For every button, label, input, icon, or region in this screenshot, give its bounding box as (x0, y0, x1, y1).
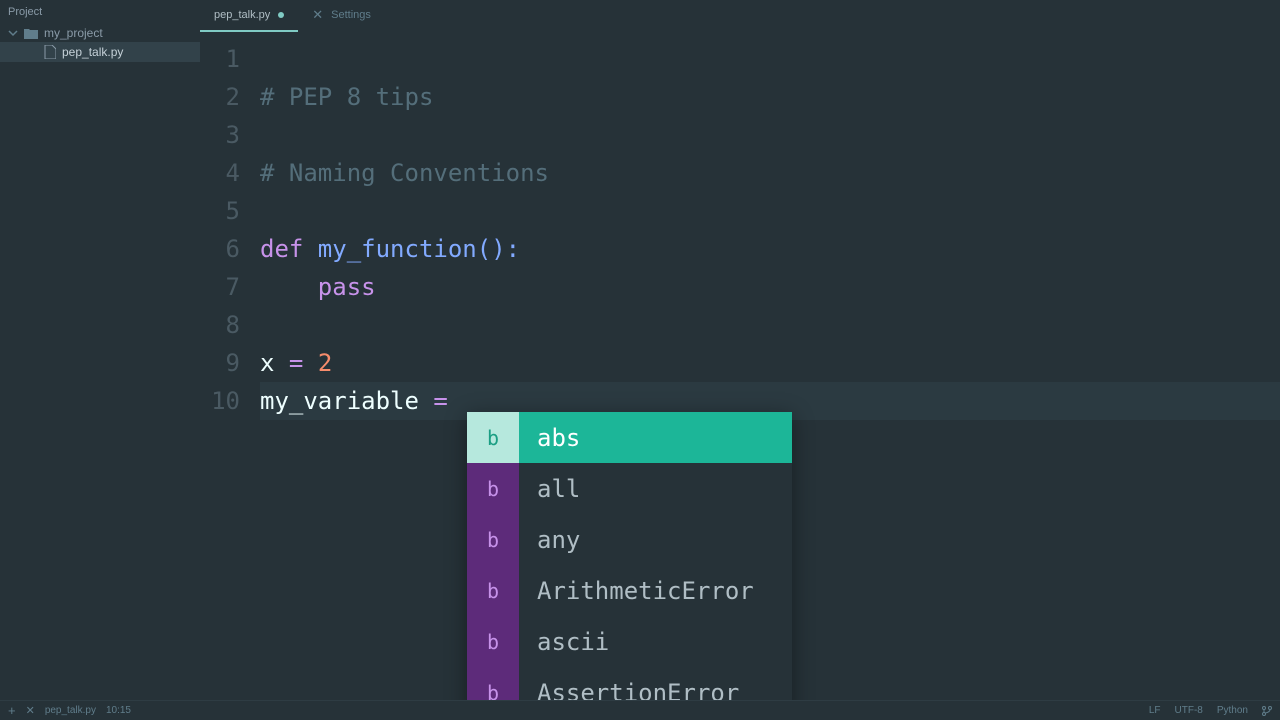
file-tree: my_project pep_talk.py (0, 24, 200, 700)
line-number: 2 (200, 78, 240, 116)
builtin-icon: b (467, 565, 519, 616)
status-language[interactable]: Python (1217, 705, 1248, 716)
autocomplete-label: all (519, 470, 580, 508)
code-line (260, 40, 1280, 78)
status-bar: + ✕ pep_talk.py 10:15 LF UTF-8 Python (0, 700, 1280, 720)
autocomplete-item[interactable]: b AssertionError (467, 667, 792, 700)
line-gutter: 1 2 3 4 5 6 7 8 9 10 (200, 32, 260, 700)
file-icon (44, 45, 56, 59)
code-line (260, 116, 1280, 154)
tab-label: Settings (331, 9, 371, 21)
code-content[interactable]: # PEP 8 tips # Naming Conventions def my… (260, 32, 1280, 700)
code-line: # Naming Conventions (260, 154, 1280, 192)
sidebar: Project my_project pep_talk.py (0, 0, 200, 700)
code-line (260, 306, 1280, 344)
editor-pane: pep_talk.py ✕ Settings 1 2 3 4 5 6 7 8 9… (200, 0, 1280, 700)
tree-file[interactable]: pep_talk.py (0, 42, 200, 62)
builtin-icon: b (467, 667, 519, 700)
status-file[interactable]: pep_talk.py (45, 705, 96, 716)
new-file-icon[interactable]: + (8, 703, 16, 718)
builtin-icon: b (467, 463, 519, 514)
autocomplete-label: any (519, 521, 580, 559)
line-number: 9 (200, 344, 240, 382)
folder-label: my_project (44, 26, 103, 40)
tab-file[interactable]: pep_talk.py (200, 0, 298, 32)
code-line: pass (260, 268, 1280, 306)
code-line (260, 192, 1280, 230)
tab-bar: pep_talk.py ✕ Settings (200, 0, 1280, 32)
dirty-indicator-icon (278, 12, 284, 18)
line-number: 3 (200, 116, 240, 154)
autocomplete-label: ascii (519, 623, 609, 661)
tab-label: pep_talk.py (214, 9, 270, 21)
autocomplete-label: ArithmeticError (519, 572, 754, 610)
sidebar-title: Project (0, 0, 200, 24)
close-pane-icon[interactable]: ✕ (26, 704, 35, 717)
line-number: 4 (200, 154, 240, 192)
code-line: x = 2 (260, 344, 1280, 382)
git-branch-icon[interactable] (1262, 706, 1272, 716)
status-line-ending[interactable]: LF (1149, 705, 1161, 716)
file-label: pep_talk.py (62, 45, 123, 59)
autocomplete-label: AssertionError (519, 674, 739, 701)
line-number: 5 (200, 192, 240, 230)
line-number: 1 (200, 40, 240, 78)
autocomplete-popup: b abs b all b any b ArithmeticError (467, 412, 792, 700)
editor[interactable]: 1 2 3 4 5 6 7 8 9 10 # PEP 8 tips # Nami… (200, 32, 1280, 700)
autocomplete-item[interactable]: b ascii (467, 616, 792, 667)
autocomplete-item[interactable]: b any (467, 514, 792, 565)
folder-icon (24, 28, 38, 39)
tree-folder[interactable]: my_project (0, 24, 200, 42)
line-number: 6 (200, 230, 240, 268)
line-number: 7 (200, 268, 240, 306)
autocomplete-item[interactable]: b abs (467, 412, 792, 463)
code-line: def my_function(): (260, 230, 1280, 268)
autocomplete-label: abs (519, 419, 580, 457)
chevron-down-icon (8, 28, 18, 38)
code-line: # PEP 8 tips (260, 78, 1280, 116)
status-encoding[interactable]: UTF-8 (1175, 705, 1203, 716)
autocomplete-item[interactable]: b ArithmeticError (467, 565, 792, 616)
close-icon[interactable]: ✕ (312, 7, 323, 23)
builtin-icon: b (467, 412, 519, 463)
line-number: 8 (200, 306, 240, 344)
line-number: 10 (200, 382, 240, 420)
tab-settings[interactable]: ✕ Settings (298, 0, 385, 32)
builtin-icon: b (467, 514, 519, 565)
builtin-icon: b (467, 616, 519, 667)
autocomplete-item[interactable]: b all (467, 463, 792, 514)
status-cursor[interactable]: 10:15 (106, 705, 131, 716)
